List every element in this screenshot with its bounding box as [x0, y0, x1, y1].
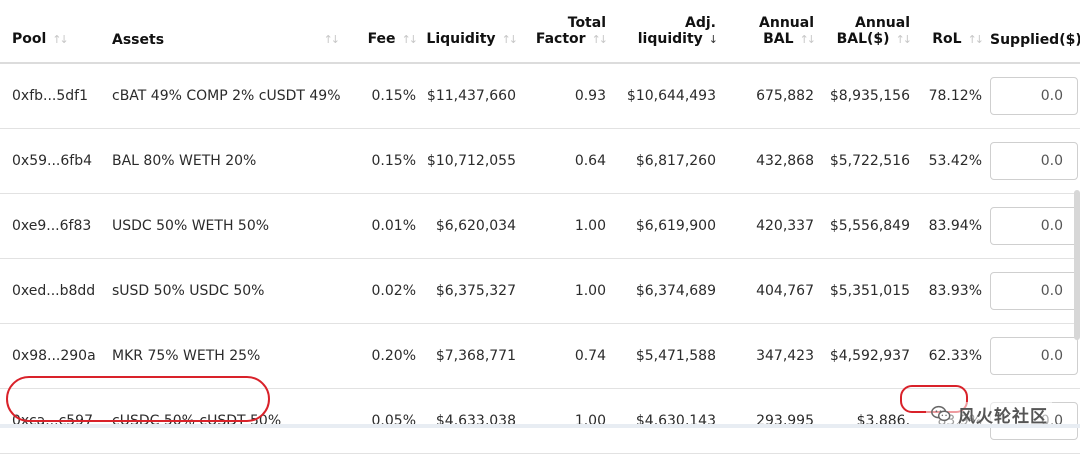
adj-liquidity-cell: $5,471,588: [610, 323, 720, 389]
supplied-input[interactable]: [990, 142, 1078, 180]
table-row: 0x98...290a MKR 75% WETH 25% 0.20% $7,368,7…: [0, 323, 1080, 389]
sort-icon[interactable]: ↑↓: [402, 33, 419, 46]
pool-cell: 0xed...b8dd: [0, 258, 100, 324]
supplied-input[interactable]: [990, 272, 1078, 310]
assets-cell: BAL 80% WETH 20%: [100, 128, 352, 194]
total-factor-cell: 1.00: [520, 193, 610, 259]
annual-bal-cell: 420,337: [720, 193, 818, 259]
annual-bal-cell: 675,882: [720, 63, 818, 129]
pools-table: Pool ↑↓ Assets ↑↓ Fee ↑↓ Liquidity ↑↓ Total F…: [0, 0, 1080, 454]
fee-cell: 0.02%: [352, 258, 420, 324]
col-header-fee[interactable]: Fee ↑↓: [352, 0, 420, 64]
assets-cell: USDC 50% WETH 50%: [100, 193, 352, 259]
sort-icon[interactable]: ↑↓: [592, 33, 609, 46]
scrollbar[interactable]: [1074, 190, 1080, 340]
annual-bal-cell: 347,423: [720, 323, 818, 389]
rol-cell: 78.12%: [914, 63, 986, 129]
supplied-cell: [986, 193, 1080, 259]
col-header-rol[interactable]: RoL ↑↓: [914, 0, 986, 64]
annual-bal-usd-cell: $5,556,849: [818, 193, 914, 259]
liquidity-cell: $7,368,771: [420, 323, 520, 389]
adj-liquidity-cell: $6,817,260: [610, 128, 720, 194]
annual-bal-usd-cell: $5,722,516: [818, 128, 914, 194]
annual-bal-usd-cell: $5,351,015: [818, 258, 914, 324]
pool-cell: 0x98...290a: [0, 323, 100, 389]
liquidity-cell: $6,620,034: [420, 193, 520, 259]
sort-icon[interactable]: ↑↓: [896, 33, 913, 46]
fee-cell: 0.15%: [352, 63, 420, 129]
assets-cell: cUSDC 50% cUSDT 50%: [100, 388, 352, 454]
annual-bal-usd-cell: $3,886,: [818, 388, 914, 454]
liquidity-cell: $11,437,660: [420, 63, 520, 129]
liquidity-cell: $10,712,055: [420, 128, 520, 194]
rol-cell: 62.33%: [914, 323, 986, 389]
col-header-assets[interactable]: Assets ↑↓: [100, 0, 352, 64]
table-row: 0x59...6fb4 BAL 80% WETH 20% 0.15% $10,712,…: [0, 128, 1080, 194]
col-header-adj-liquidity[interactable]: Adj. liquidity ↓: [610, 0, 720, 64]
table-header-row: Pool ↑↓ Assets ↑↓ Fee ↑↓ Liquidity ↑↓ Total F…: [0, 0, 1080, 64]
annual-bal-cell: 404,767: [720, 258, 818, 324]
fee-cell: 0.05%: [352, 388, 420, 454]
supplied-cell: [986, 128, 1080, 194]
total-factor-cell: 0.74: [520, 323, 610, 389]
liquidity-cell: $6,375,327: [420, 258, 520, 324]
annual-bal-usd-cell: $4,592,937: [818, 323, 914, 389]
assets-cell: cBAT 49% COMP 2% cUSDT 49%: [100, 63, 352, 129]
col-header-annual-bal[interactable]: Annual BAL ↑↓: [720, 0, 818, 64]
rol-cell: 83.94%: [914, 193, 986, 259]
total-factor-cell: 0.93: [520, 63, 610, 129]
col-header-pool[interactable]: Pool ↑↓: [0, 0, 100, 64]
fee-cell: 0.15%: [352, 128, 420, 194]
adj-liquidity-cell: $10,644,493: [610, 63, 720, 129]
wechat-icon: [931, 405, 951, 422]
annual-bal-cell: 432,868: [720, 128, 818, 194]
annual-bal-usd-cell: $8,935,156: [818, 63, 914, 129]
table-row: 0xe9...6f83 USDC 50% WETH 50% 0.01% $6,620,…: [0, 193, 1080, 259]
bottom-bar: [0, 424, 1080, 428]
col-header-annual-bal-usd[interactable]: Annual BAL($) ↑↓: [818, 0, 914, 64]
watermark-text: 风火轮社区: [958, 406, 1048, 427]
supplied-cell: [986, 258, 1080, 324]
pool-cell: 0xca...c597: [0, 388, 100, 454]
pool-cell: 0xe9...6f83: [0, 193, 100, 259]
pool-cell: 0x59...6fb4: [0, 128, 100, 194]
assets-cell: sUSD 50% USDC 50%: [100, 258, 352, 324]
sort-icon[interactable]: ↑↓: [52, 33, 69, 46]
annual-bal-cell: 293,995: [720, 388, 818, 454]
table-row: 0xca...c597 cUSDC 50% cUSDT 50% 0.05% $4,63…: [0, 388, 1080, 454]
supplied-input[interactable]: [990, 77, 1078, 115]
fee-cell: 0.01%: [352, 193, 420, 259]
adj-liquidity-cell: $6,374,689: [610, 258, 720, 324]
sort-icon[interactable]: ↑↓: [968, 33, 985, 46]
rol-cell: 53.42%: [914, 128, 986, 194]
total-factor-cell: 1.00: [520, 388, 610, 454]
supplied-input[interactable]: [990, 337, 1078, 375]
liquidity-cell: $4,633,038: [420, 388, 520, 454]
sort-icon[interactable]: ↑↓: [324, 32, 341, 48]
adj-liquidity-cell: $6,619,900: [610, 193, 720, 259]
col-header-liquidity[interactable]: Liquidity ↑↓: [420, 0, 520, 64]
table-row: 0xfb...5df1 cBAT 49% COMP 2% cUSDT 49% 0.1…: [0, 63, 1080, 129]
adj-liquidity-cell: $4,630,143: [610, 388, 720, 454]
assets-cell: MKR 75% WETH 25%: [100, 323, 352, 389]
rol-cell: 83.93%: [914, 258, 986, 324]
total-factor-cell: 1.00: [520, 258, 610, 324]
sort-icon[interactable]: ↑↓: [502, 33, 519, 46]
col-header-total-factor[interactable]: Total Factor ↑↓: [520, 0, 610, 64]
fee-cell: 0.20%: [352, 323, 420, 389]
col-header-supplied: Supplied($): [986, 0, 1080, 64]
total-factor-cell: 0.64: [520, 128, 610, 194]
sort-icon[interactable]: ↑↓: [800, 33, 817, 46]
supplied-input[interactable]: [990, 207, 1078, 245]
supplied-cell: [986, 323, 1080, 389]
table-row: 0xed...b8dd sUSD 50% USDC 50% 0.02% $6,375,…: [0, 258, 1080, 324]
supplied-cell: [986, 63, 1080, 129]
sort-desc-icon[interactable]: ↓: [709, 33, 718, 46]
pool-cell: 0xfb...5df1: [0, 63, 100, 129]
watermark: 风火轮社区: [926, 402, 1052, 427]
